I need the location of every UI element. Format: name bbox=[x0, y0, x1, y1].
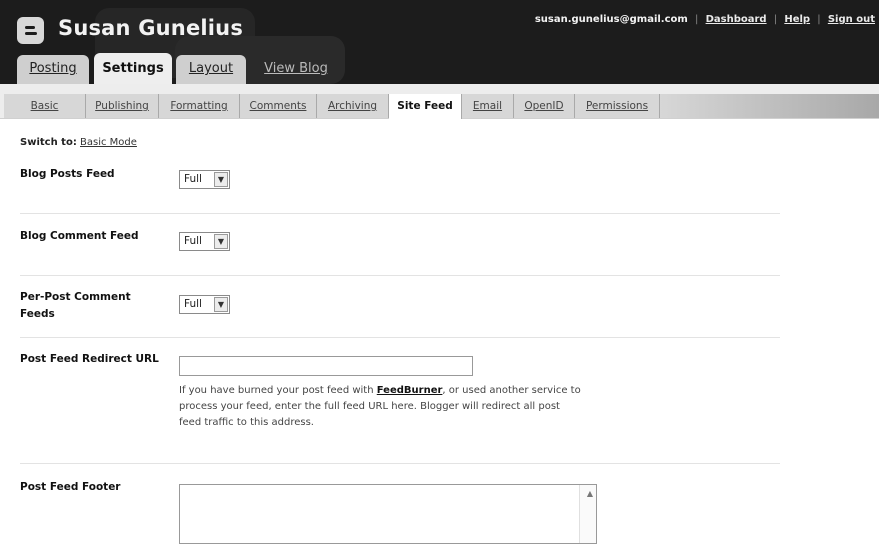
help-link[interactable]: Help bbox=[784, 14, 810, 25]
scroll-up-icon[interactable]: ▲ bbox=[587, 489, 593, 498]
help-text: If you have burned your post feed with bbox=[179, 385, 377, 396]
subtab-archiving[interactable]: Archiving bbox=[317, 94, 389, 118]
subtab-formatting[interactable]: Formatting bbox=[159, 94, 240, 118]
per-post-comment-feeds-label: Per-Post Comment Feeds bbox=[20, 289, 131, 323]
select-value: Full bbox=[184, 173, 202, 185]
blog-posts-feed-label: Blog Posts Feed bbox=[20, 168, 115, 180]
post-feed-footer-textarea[interactable]: ▲ bbox=[179, 484, 597, 544]
post-feed-redirect-input[interactable] bbox=[179, 356, 473, 376]
switch-mode: Switch to: Basic Mode bbox=[20, 137, 137, 148]
help-text: , or used another service to bbox=[442, 385, 581, 396]
subtab-basic[interactable]: Basic bbox=[4, 94, 86, 118]
blogger-header: Susan Gunelius susan.gunelius@gmail.com … bbox=[0, 0, 879, 84]
subtab-permissions[interactable]: Permissions bbox=[575, 94, 660, 118]
select-value: Full bbox=[184, 235, 202, 247]
sign-out-link[interactable]: Sign out bbox=[828, 14, 875, 25]
divider bbox=[20, 275, 780, 276]
post-feed-redirect-label: Post Feed Redirect URL bbox=[20, 353, 159, 365]
divider bbox=[20, 213, 780, 214]
subtab-openid[interactable]: OpenID bbox=[514, 94, 575, 118]
post-feed-redirect-help: If you have burned your post feed with F… bbox=[179, 383, 609, 431]
basic-mode-link[interactable]: Basic Mode bbox=[80, 137, 137, 148]
label-line: Per-Post Comment bbox=[20, 291, 131, 303]
subtab-comments[interactable]: Comments bbox=[240, 94, 317, 118]
dropdown-arrow-icon[interactable]: ▼ bbox=[214, 297, 228, 312]
help-line: process your feed, enter the full feed U… bbox=[179, 401, 560, 412]
switch-label: Switch to: bbox=[20, 137, 77, 148]
settings-subnav: Basic Publishing Formatting Comments Arc… bbox=[0, 84, 879, 119]
separator: | bbox=[817, 14, 821, 25]
divider bbox=[20, 337, 780, 338]
dropdown-arrow-icon[interactable]: ▼ bbox=[214, 172, 228, 187]
subtab-site-feed[interactable]: Site Feed bbox=[389, 94, 462, 119]
separator: | bbox=[695, 14, 699, 25]
per-post-comment-feeds-select[interactable]: Full ▼ bbox=[179, 295, 230, 314]
dropdown-arrow-icon[interactable]: ▼ bbox=[214, 234, 228, 249]
label-line: Feeds bbox=[20, 308, 55, 320]
user-email: susan.gunelius@gmail.com bbox=[534, 14, 688, 25]
tab-settings[interactable]: Settings bbox=[94, 53, 172, 84]
subtab-publishing[interactable]: Publishing bbox=[86, 94, 159, 118]
subtab-email[interactable]: Email bbox=[462, 94, 514, 118]
blog-title: Susan Gunelius bbox=[58, 16, 244, 40]
help-line: feed traffic to this address. bbox=[179, 417, 314, 428]
feedburner-link[interactable]: FeedBurner bbox=[377, 385, 443, 396]
dashboard-link[interactable]: Dashboard bbox=[706, 14, 767, 25]
tab-layout[interactable]: Layout bbox=[176, 55, 246, 84]
blog-comment-feed-label: Blog Comment Feed bbox=[20, 230, 139, 242]
select-value: Full bbox=[184, 298, 202, 310]
help-line: If you have burned your post feed with F… bbox=[179, 383, 609, 399]
blog-comment-feed-select[interactable]: Full ▼ bbox=[179, 232, 230, 251]
separator: | bbox=[773, 14, 778, 25]
divider bbox=[20, 463, 780, 464]
user-bar: susan.gunelius@gmail.com | Dashboard | H… bbox=[535, 14, 875, 25]
blog-posts-feed-select[interactable]: Full ▼ bbox=[179, 170, 230, 189]
tab-view-blog[interactable]: View Blog bbox=[256, 55, 336, 84]
tab-posting[interactable]: Posting bbox=[17, 55, 89, 84]
blogger-logo-icon[interactable] bbox=[17, 17, 44, 44]
post-feed-footer-label: Post Feed Footer bbox=[20, 481, 121, 493]
